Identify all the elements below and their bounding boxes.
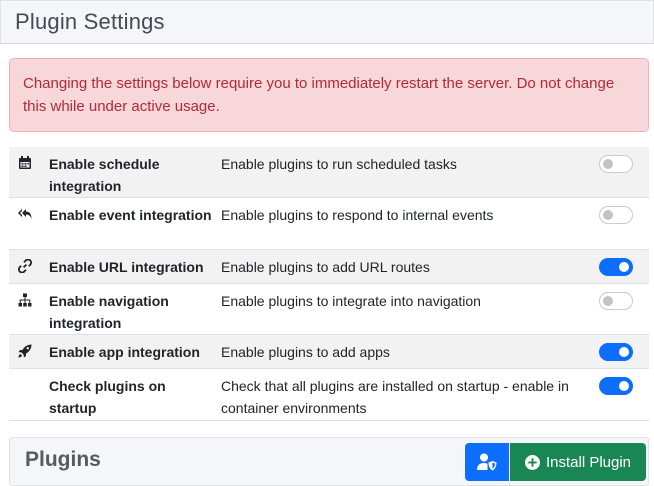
- toggle-schedule-integration[interactable]: [599, 155, 633, 173]
- plugins-title: Plugins: [25, 448, 101, 471]
- setting-description: Enable plugins to run scheduled tasks: [221, 156, 457, 172]
- setting-label: Enable navigation integration: [49, 293, 169, 331]
- setting-description: Enable plugins to add URL routes: [221, 259, 430, 275]
- setting-description: Enable plugins to add apps: [221, 344, 390, 360]
- setting-row-url: Enable URL integration Enable plugins to…: [9, 250, 649, 284]
- plus-circle-icon: [524, 454, 540, 470]
- setting-label: Check plugins on startup: [49, 378, 166, 416]
- install-plugin-label: Install Plugin: [545, 453, 632, 471]
- toggle-knob: [619, 262, 629, 272]
- setting-description: Check that all plugins are installed on …: [221, 378, 569, 416]
- toggle-knob: [603, 159, 613, 169]
- setting-label: Enable URL integration: [49, 259, 204, 275]
- restart-warning-alert: Changing the settings below require you …: [9, 58, 649, 132]
- setting-row-check-startup: Check plugins on startup Check that all …: [9, 369, 649, 421]
- setting-description: Enable plugins to integrate into navigat…: [221, 293, 481, 309]
- setting-row-navigation: Enable navigation integration Enable plu…: [9, 284, 649, 335]
- toggle-knob: [619, 381, 629, 391]
- toggle-url-integration[interactable]: [599, 258, 633, 276]
- link-icon: [17, 258, 33, 274]
- sitemap-icon: [17, 292, 33, 308]
- toggle-event-integration[interactable]: [599, 206, 633, 224]
- user-shield-icon: [477, 453, 497, 471]
- plugin-settings-header: Plugin Settings: [0, 0, 654, 44]
- calendar-icon: [17, 155, 33, 171]
- page-title: Plugin Settings: [15, 9, 165, 34]
- setting-row-schedule: Enable schedule integration Enable plugi…: [9, 147, 649, 198]
- setting-label: Enable schedule integration: [49, 156, 160, 194]
- rocket-icon: [17, 343, 33, 359]
- toggle-knob: [619, 347, 629, 357]
- toggle-app-integration[interactable]: [599, 343, 633, 361]
- setting-row-event: Enable event integration Enable plugins …: [9, 198, 649, 250]
- setting-label: Enable app integration: [49, 344, 200, 360]
- setting-description: Enable plugins to respond to internal ev…: [221, 207, 494, 223]
- reply-all-icon: [17, 206, 33, 222]
- install-plugin-button[interactable]: Install Plugin: [510, 443, 646, 481]
- settings-table: Enable schedule integration Enable plugi…: [9, 147, 649, 421]
- setting-label: Enable event integration: [49, 207, 212, 223]
- toggle-check-plugins-startup[interactable]: [599, 377, 633, 395]
- plugin-permissions-button[interactable]: [465, 443, 509, 481]
- toggle-navigation-integration[interactable]: [599, 292, 633, 310]
- toggle-knob: [603, 210, 613, 220]
- toggle-knob: [603, 296, 613, 306]
- setting-row-app: Enable app integration Enable plugins to…: [9, 335, 649, 369]
